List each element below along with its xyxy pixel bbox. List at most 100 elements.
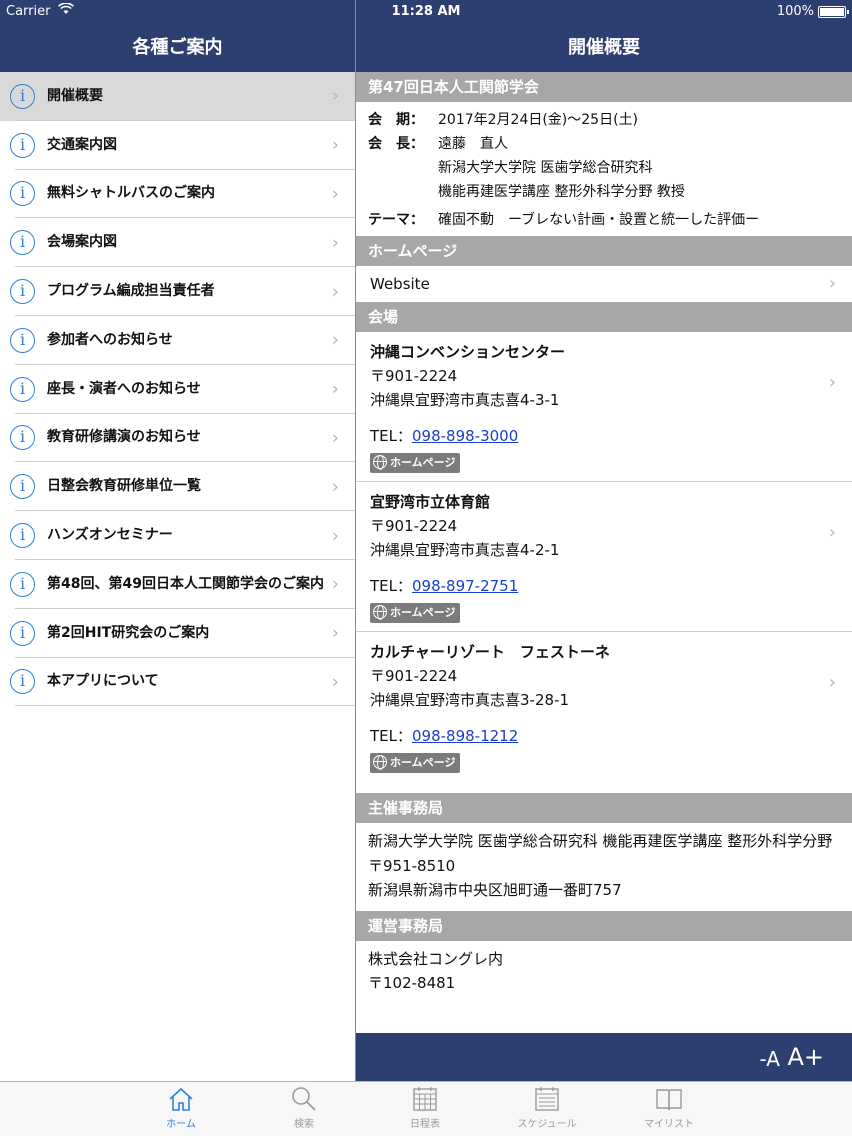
chevron-right-icon: › [331, 281, 339, 303]
chair-affiliation-1: 新潟大学大学院 医歯学総合研究科 [438, 160, 653, 176]
menu-item-label: ハンズオンセミナー [47, 527, 173, 544]
menu-item-label: 教育研修講演のお知らせ [47, 429, 201, 446]
status-bar: Carrier 11:28 AM 100% [0, 0, 852, 24]
info-icon: i [10, 376, 35, 402]
menu-item-about-app[interactable]: i 本アプリについて › [0, 657, 355, 707]
venue-name: 沖縄コンベンションセンター [370, 343, 566, 361]
homepage-header: ホームページ [356, 236, 852, 266]
chevron-right-icon: › [331, 134, 339, 156]
info-icon: i [10, 523, 35, 549]
venue-address: 沖縄県宜野湾市真志喜4-3-1 [370, 391, 560, 409]
menu-item-program-committee[interactable]: i プログラム編成担当責任者 › [0, 267, 355, 316]
homepage-button-label: ホームページ [390, 456, 456, 469]
detail-content[interactable]: 第47回日本人工関節学会 会 期： 2017年2月24日(金)〜25日(土) 会… [356, 72, 852, 1033]
host-address: 新潟県新潟市中央区旭町通一番町757 [368, 881, 622, 899]
tel-link[interactable]: 098-897-2751 [412, 577, 518, 595]
chevron-right-icon: › [331, 378, 339, 400]
info-icon: i [10, 83, 35, 109]
info-icon: i [10, 327, 35, 353]
tab-label: マイリスト [644, 1119, 694, 1130]
tab-timetable[interactable]: 日程表 [385, 1084, 465, 1130]
homepage-button[interactable]: ホームページ [370, 453, 461, 473]
clock: 11:28 AM [391, 4, 461, 19]
chevron-right-icon: › [331, 573, 339, 595]
info-icon: i [10, 425, 35, 451]
host-office-block: 新潟大学大学院 医歯学総合研究科 機能再建医学講座 整形外科学分野 〒951-8… [356, 823, 852, 909]
menu-item-venue-map[interactable]: i 会場案内図 › [0, 218, 355, 268]
tab-label: 日程表 [410, 1119, 440, 1130]
menu-item-education-lecture[interactable]: i 教育研修講演のお知らせ › [0, 413, 355, 463]
chair-affiliation-2: 機能再建医学講座 整形外科学分野 教授 [438, 184, 685, 200]
chevron-right-icon: › [331, 525, 339, 547]
chevron-right-icon: › [331, 622, 339, 644]
menu-item-label: 座長・演者へのお知らせ [47, 380, 201, 397]
menu-item-hands-on-seminar[interactable]: i ハンズオンセミナー › [0, 511, 355, 560]
font-decrease-button[interactable]: -A [760, 1047, 780, 1071]
menu-item-label: 会場案内図 [47, 234, 117, 251]
menu-item-transport-map[interactable]: i 交通案内図 › [0, 120, 355, 170]
homepage-button-label: ホームページ [390, 606, 456, 619]
ops-office-block: 株式会社コングレ内 〒102-8481 [356, 941, 852, 1002]
menu-item-label: 第48回、第49回日本人工関節学会のご案内 [47, 575, 324, 592]
homepage-button[interactable]: ホームページ [370, 753, 461, 773]
theme-value: 確固不動 ーブレない計画・設置と統一した評価ー [438, 212, 760, 228]
tel-label: TEL： [370, 427, 412, 445]
venue-item[interactable]: 宜野湾市立体育館 〒901-2224 沖縄県宜野湾市真志喜4-2-1 TEL：0… [356, 482, 852, 632]
menu-list: i 開催概要 › i 交通案内図 › i 無料シャトルバスのご案内 › i 会場… [0, 72, 355, 707]
info-icon: i [10, 620, 35, 646]
tab-label: 検索 [294, 1119, 314, 1130]
chevron-right-icon: › [828, 372, 836, 393]
search-icon [292, 1087, 316, 1111]
font-increase-button[interactable]: A+ [787, 1043, 824, 1071]
tel-link[interactable]: 098-898-3000 [412, 427, 518, 445]
menu-item-next-meetings[interactable]: i 第48回、第49回日本人工関節学会のご案内 › [0, 559, 355, 609]
website-label: Website [370, 275, 430, 293]
homepage-button[interactable]: ホームページ [370, 603, 461, 623]
chevron-right-icon: › [828, 522, 836, 543]
calendar-icon [413, 1087, 437, 1111]
menu-item-label: 第2回HIT研究会のご案内 [47, 624, 210, 641]
book-icon [656, 1089, 682, 1111]
menu-item-label: 開催概要 [47, 87, 103, 104]
tab-schedule[interactable]: スケジュール [507, 1084, 587, 1130]
venue-header: 会場 [356, 302, 852, 332]
tab-search[interactable]: 検索 [264, 1084, 344, 1130]
tel-link[interactable]: 098-898-1212 [412, 727, 518, 745]
host-zip: 〒951-8510 [368, 856, 456, 875]
menu-item-label: 無料シャトルバスのご案内 [47, 185, 215, 202]
chevron-right-icon: › [828, 273, 836, 294]
info-icon: i [10, 181, 35, 207]
master-pane: 各種ご案内 i 開催概要 › i 交通案内図 › i 無料シャトルバスのご案内 … [0, 24, 355, 1081]
conference-title-header: 第47回日本人工関節学会 [356, 72, 852, 102]
info-icon: i [10, 230, 35, 256]
venue-address: 沖縄県宜野湾市真志喜4-2-1 [370, 541, 560, 559]
menu-item-overview[interactable]: i 開催概要 › [0, 72, 355, 121]
chair-value: 遠藤 直人 新潟大学大学院 医歯学総合研究科 機能再建医学講座 整形外科学分野 … [438, 132, 852, 204]
menu-item-label: 参加者へのお知らせ [47, 331, 173, 348]
tab-mylist[interactable]: マイリスト [629, 1084, 709, 1130]
globe-icon [373, 455, 387, 470]
venue-item[interactable]: カルチャーリゾート フェストーネ 〒901-2224 沖縄県宜野湾市真志喜3-2… [356, 632, 852, 781]
menu-item-hit-meeting[interactable]: i 第2回HIT研究会のご案内 › [0, 608, 355, 658]
info-icon: i [10, 132, 35, 158]
menu-item-label: 交通案内図 [47, 136, 117, 153]
menu-item-credit-list[interactable]: i 日整会教育研修単位一覧 › [0, 462, 355, 512]
venue-item[interactable]: 沖縄コンベンションセンター 〒901-2224 沖縄県宜野湾市真志喜4-3-1 … [356, 332, 852, 482]
tab-home[interactable]: ホーム [141, 1084, 221, 1130]
chevron-right-icon: › [331, 232, 339, 254]
battery-percent: 100% [776, 4, 814, 19]
venue-address: 沖縄県宜野湾市真志喜3-28-1 [370, 691, 570, 709]
menu-item-label: プログラム編成担当責任者 [47, 283, 215, 300]
chevron-right-icon: › [331, 671, 339, 693]
period-value: 2017年2月24日(金)〜25日(土) [438, 112, 639, 128]
menu-item-shuttle-bus[interactable]: i 無料シャトルバスのご案内 › [0, 169, 355, 219]
website-row[interactable]: Website › [356, 266, 852, 302]
home-icon [169, 1087, 193, 1111]
master-title: 各種ご案内 [0, 24, 355, 72]
ops-org: 株式会社コングレ内 [368, 949, 504, 968]
venue-zip: 〒901-2224 [370, 367, 458, 385]
menu-item-chair-speaker-notice[interactable]: i 座長・演者へのお知らせ › [0, 364, 355, 414]
menu-item-participant-notice[interactable]: i 参加者へのお知らせ › [0, 315, 355, 365]
tel-label: TEL： [370, 577, 412, 595]
info-icon: i [10, 669, 35, 695]
